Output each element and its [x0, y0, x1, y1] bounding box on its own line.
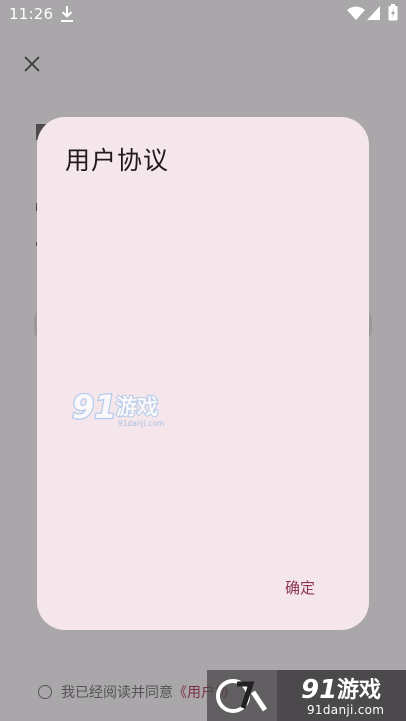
svg-text:91: 91 [72, 388, 117, 426]
watermark-logo-text-icon: 91 游戏 [301, 675, 381, 701]
close-button[interactable] [16, 48, 48, 80]
status-time: 11:26 [9, 5, 54, 23]
svg-text:91danji.com: 91danji.com [118, 419, 164, 428]
wifi-icon [347, 6, 365, 20]
watermark-logo-icon: 91 游戏 91danji.com [72, 387, 164, 428]
user-agreement-dialog: 用户协议 确定 [37, 117, 369, 630]
svg-text:91: 91 [301, 675, 337, 701]
battery-icon [388, 4, 398, 21]
status-bar: 11:26 [0, 0, 406, 30]
corner-watermark: 91 游戏 91danji.com [207, 670, 406, 721]
agreement-checkbox[interactable] [38, 685, 52, 699]
download-icon [61, 6, 73, 22]
signal-icon [367, 6, 380, 20]
dialog-title: 用户协议 [65, 146, 170, 175]
agreement-prefix: 我已经阅读并同意 [61, 685, 173, 701]
svg-text:游戏: 游戏 [116, 395, 158, 419]
svg-text:游戏: 游戏 [337, 677, 381, 701]
watermark-mark-icon [207, 670, 277, 721]
watermark-domain: 91danji.com [307, 703, 385, 717]
confirm-button[interactable]: 确定 [275, 571, 325, 604]
agreement-row: 我已经阅读并同意 《用户协 [38, 680, 229, 704]
close-icon [24, 56, 40, 72]
